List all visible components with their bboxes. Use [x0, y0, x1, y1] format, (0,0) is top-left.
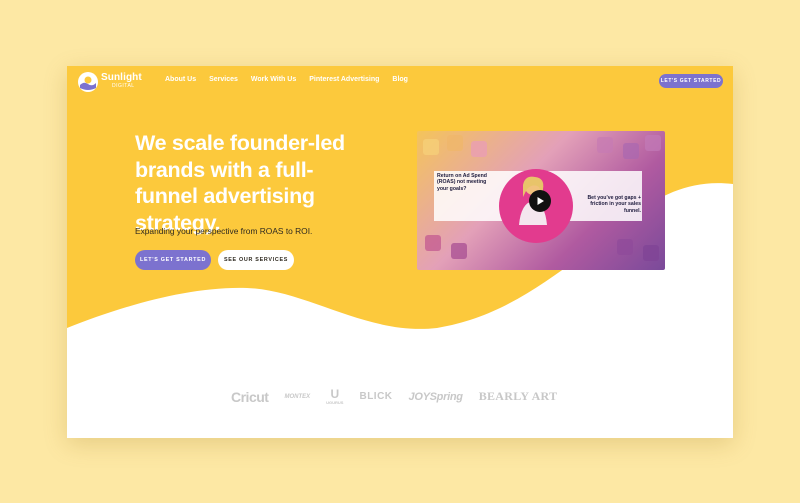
client-logos-row: Cricut MONTEX U UGURUS BLICK JOYSpring B…: [231, 388, 557, 405]
nav-work-with-us[interactable]: Work With Us: [251, 76, 296, 83]
nav-about-us[interactable]: About Us: [165, 76, 196, 83]
hero-subheadline: Expanding your perspective from ROAS to …: [135, 226, 313, 236]
video-left-caption: Return on Ad Spend (ROAS) not meeting yo…: [437, 173, 487, 192]
nav-blog[interactable]: Blog: [392, 76, 408, 83]
client-logo-cricut: Cricut: [231, 388, 269, 405]
client-logo-ugurus: U UGURUS: [326, 388, 343, 405]
nav-links: About Us Services Work With Us Pinterest…: [165, 76, 408, 83]
sun-logo-icon: [78, 72, 98, 92]
client-logo-joyspring: JOYSpring: [408, 390, 463, 403]
see-services-button[interactable]: SEE OUR SERVICES: [218, 250, 294, 270]
ugurus-u-icon: U: [330, 387, 340, 401]
play-button[interactable]: [529, 190, 551, 212]
video-right-caption: Bet you've got gaps + friction in your s…: [587, 195, 641, 214]
client-logo-blick: BLICK: [359, 391, 393, 402]
brand-tagline: DIGITAL: [112, 83, 135, 89]
play-icon: [537, 197, 544, 205]
video-player[interactable]: Return on Ad Spend (ROAS) not meeting yo…: [417, 131, 665, 270]
get-started-button[interactable]: LET'S GET STARTED: [135, 250, 211, 270]
sunlight-logo[interactable]: Sunlight DIGITAL: [77, 71, 147, 93]
brand-name: Sunlight: [101, 72, 142, 83]
ugurus-wordmark: UGURUS: [326, 400, 344, 405]
hero-headline: We scale founder-led brands with a full-…: [135, 131, 345, 235]
nav-pinterest-advertising[interactable]: Pinterest Advertising: [309, 76, 379, 83]
nav-get-started-button[interactable]: LET'S GET STARTED: [659, 74, 723, 88]
client-logo-montex: MONTEX: [284, 393, 311, 400]
nav-services[interactable]: Services: [209, 76, 238, 83]
client-logo-bearly-art: BEARLY ART: [478, 389, 558, 403]
top-navigation: Sunlight DIGITAL About Us Services Work …: [67, 66, 733, 96]
website-frame: Sunlight DIGITAL About Us Services Work …: [67, 66, 733, 438]
